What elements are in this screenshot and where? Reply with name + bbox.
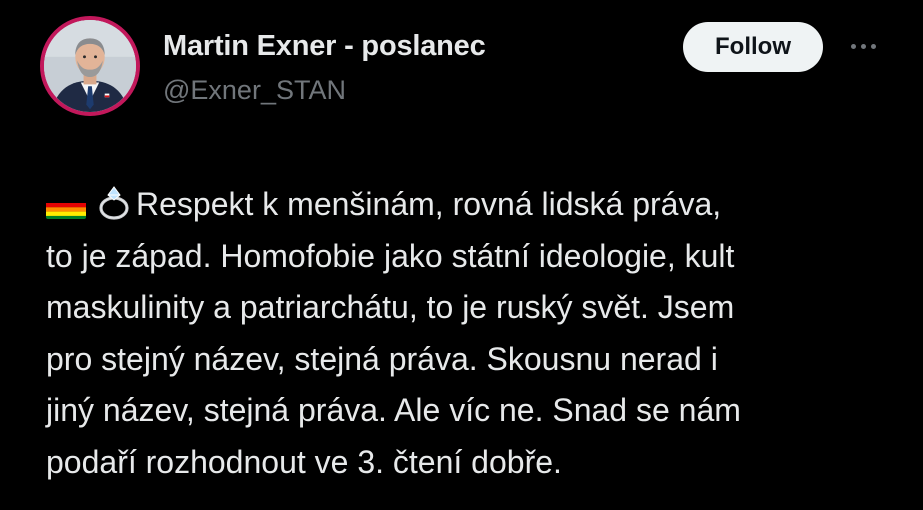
tweet-line: Respekt k menšinám, rovná lidská práva, bbox=[46, 179, 896, 231]
ring-icon bbox=[96, 183, 134, 221]
more-dot bbox=[870, 43, 876, 49]
follow-button[interactable]: Follow bbox=[683, 22, 823, 72]
more-dot bbox=[860, 43, 866, 49]
rainbow-flag-icon bbox=[46, 193, 86, 219]
tweet-line: jiný název, stejná práva. Ale víc ne. Sn… bbox=[46, 392, 741, 428]
tweet-line-text: Respekt k menšinám, rovná lidská práva, bbox=[136, 186, 722, 222]
author-handle[interactable]: @Exner_STAN bbox=[163, 75, 346, 106]
tweet-text: Respekt k menšinám, rovná lidská práva, … bbox=[46, 179, 896, 488]
author-display-name[interactable]: Martin Exner - poslanec bbox=[163, 30, 486, 63]
tweet-line: maskulinity a patriarchátu, to je ruský … bbox=[46, 289, 735, 325]
tweet-line: to je západ. Homofobie jako státní ideol… bbox=[46, 237, 735, 274]
tweet-line: pro stejný název, stejná práva. Skousnu … bbox=[46, 340, 718, 377]
author-avatar[interactable] bbox=[40, 16, 140, 116]
avatar-image bbox=[44, 20, 136, 112]
more-dot bbox=[850, 43, 856, 49]
more-options-icon[interactable] bbox=[843, 28, 883, 64]
tweet-line: podaří rozhodnout ve 3. čtení dobře. bbox=[46, 443, 562, 480]
tweet-card: Martin Exner - poslanec @Exner_STAN Foll… bbox=[0, 0, 923, 510]
